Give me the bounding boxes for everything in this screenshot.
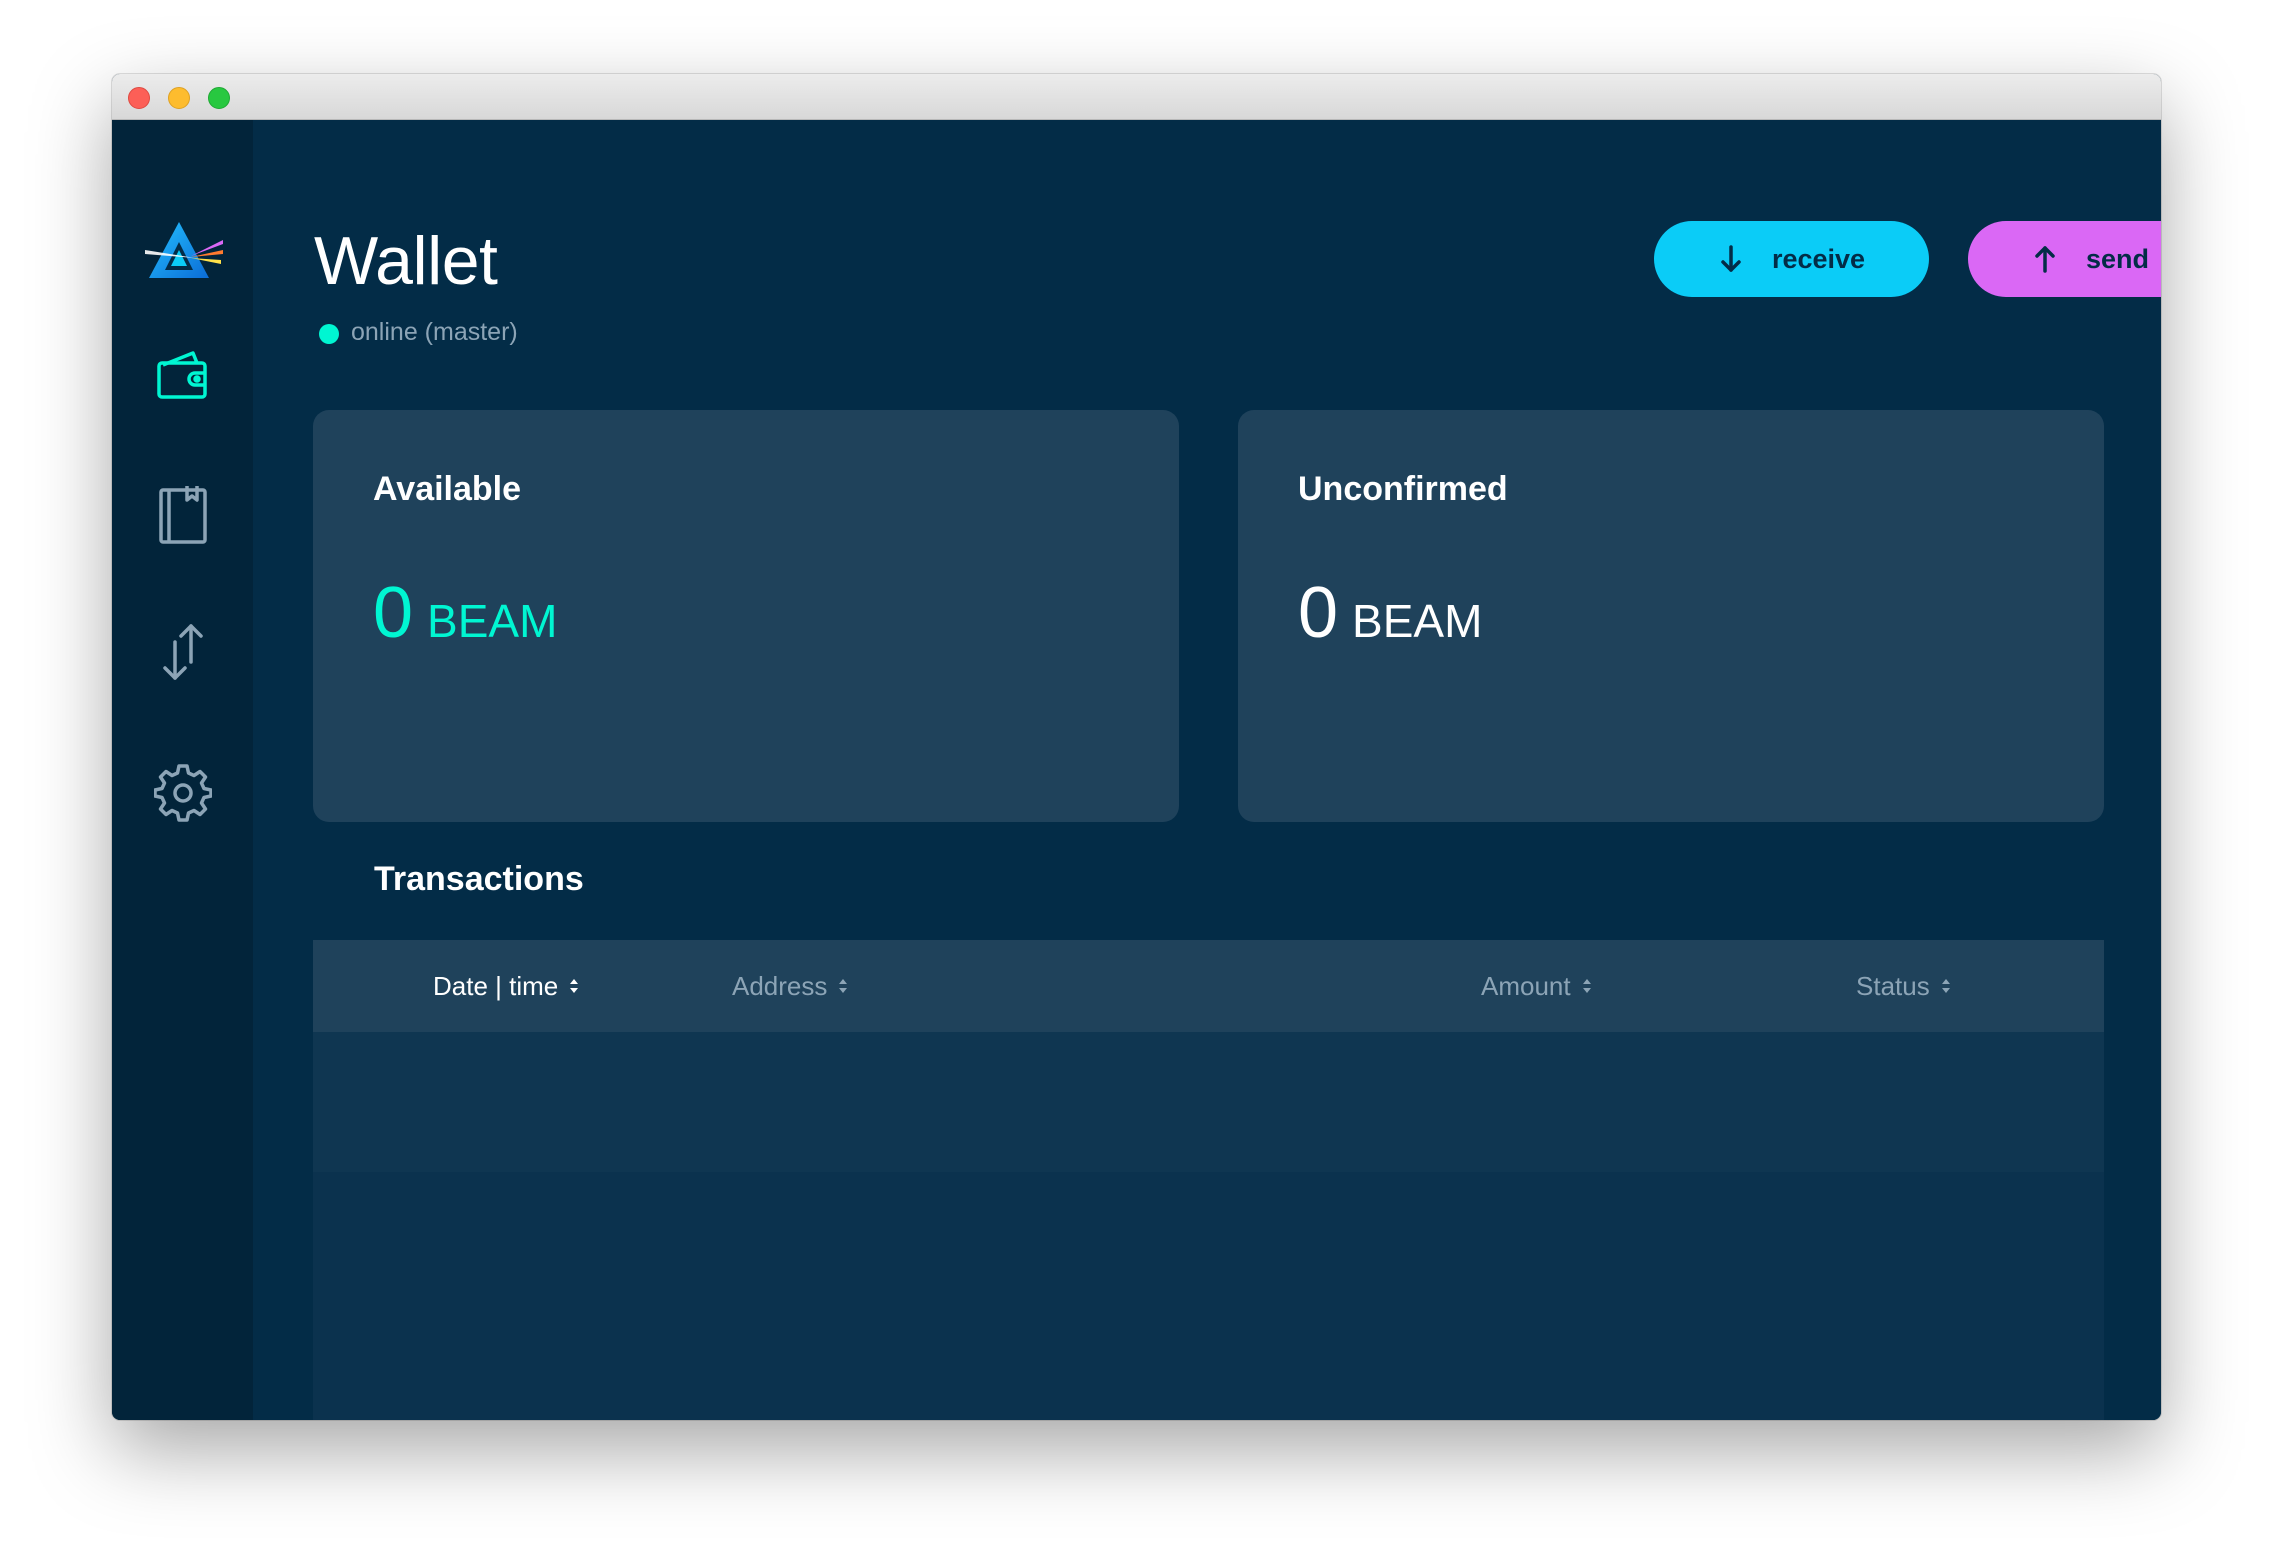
notebook-icon xyxy=(159,486,207,544)
column-label: Status xyxy=(1856,970,1930,1001)
column-label: Date | time xyxy=(433,970,559,1001)
beam-logo xyxy=(145,222,223,278)
column-header-status[interactable]: Status xyxy=(1856,940,1952,1032)
available-amount-unit: BEAM xyxy=(427,595,558,647)
unconfirmed-amount-unit: BEAM xyxy=(1352,595,1483,647)
connection-status: online (master) xyxy=(319,318,518,347)
title-bar[interactable] xyxy=(112,74,2161,120)
available-balance-card: Available 0 BEAM xyxy=(313,410,1179,822)
send-button[interactable]: send xyxy=(1968,221,2161,297)
sidebar-item-address-book[interactable] xyxy=(152,484,214,546)
available-label: Available xyxy=(373,470,522,508)
unconfirmed-amount: 0 BEAM xyxy=(1298,572,1482,654)
table-body-empty xyxy=(313,1172,2104,1420)
transactions-title: Transactions xyxy=(374,860,584,898)
column-label: Amount xyxy=(1481,970,1571,1001)
unconfirmed-label: Unconfirmed xyxy=(1298,470,1508,508)
sidebar-item-utxo[interactable] xyxy=(152,622,214,684)
status-indicator-dot xyxy=(319,323,339,344)
transactions-table: Date | time Address Amount Status xyxy=(313,940,2104,1420)
unconfirmed-balance-card: Unconfirmed 0 BEAM xyxy=(1238,410,2104,822)
wallet-icon xyxy=(157,351,207,399)
available-amount: 0 BEAM xyxy=(373,572,557,654)
sidebar-item-wallet[interactable] xyxy=(152,344,214,406)
arrow-down-icon xyxy=(1721,245,1741,272)
available-amount-value: 0 xyxy=(373,573,414,653)
table-header: Date | time Address Amount Status xyxy=(313,940,2104,1032)
table-row-empty xyxy=(313,1032,2104,1172)
sort-icon xyxy=(839,979,848,993)
main-content: Wallet online (master) receive send Avai… xyxy=(253,120,2161,1420)
sort-icon xyxy=(570,979,579,993)
column-header-date-time[interactable]: Date | time xyxy=(433,940,580,1032)
transfer-arrows-icon xyxy=(163,624,203,680)
sidebar xyxy=(112,120,253,1420)
page-title: Wallet xyxy=(314,223,498,299)
arrow-up-icon xyxy=(2035,246,2055,273)
column-header-amount[interactable]: Amount xyxy=(1481,940,1593,1032)
sort-icon xyxy=(1582,979,1591,993)
app-window: Wallet online (master) receive send Avai… xyxy=(112,74,2161,1420)
column-label: Address xyxy=(732,970,828,1001)
sidebar-item-settings[interactable] xyxy=(152,762,214,824)
column-header-address[interactable]: Address xyxy=(732,940,849,1032)
close-window-button[interactable] xyxy=(128,87,150,109)
status-text: online (master) xyxy=(351,318,518,346)
unconfirmed-amount-value: 0 xyxy=(1298,573,1339,653)
sort-icon xyxy=(1941,979,1950,993)
receive-button[interactable]: receive xyxy=(1654,221,1929,297)
zoom-window-button[interactable] xyxy=(208,87,230,109)
receive-button-label: receive xyxy=(1771,243,1866,274)
gear-icon xyxy=(154,764,212,822)
minimize-window-button[interactable] xyxy=(168,87,190,109)
send-button-label: send xyxy=(2085,243,2150,274)
